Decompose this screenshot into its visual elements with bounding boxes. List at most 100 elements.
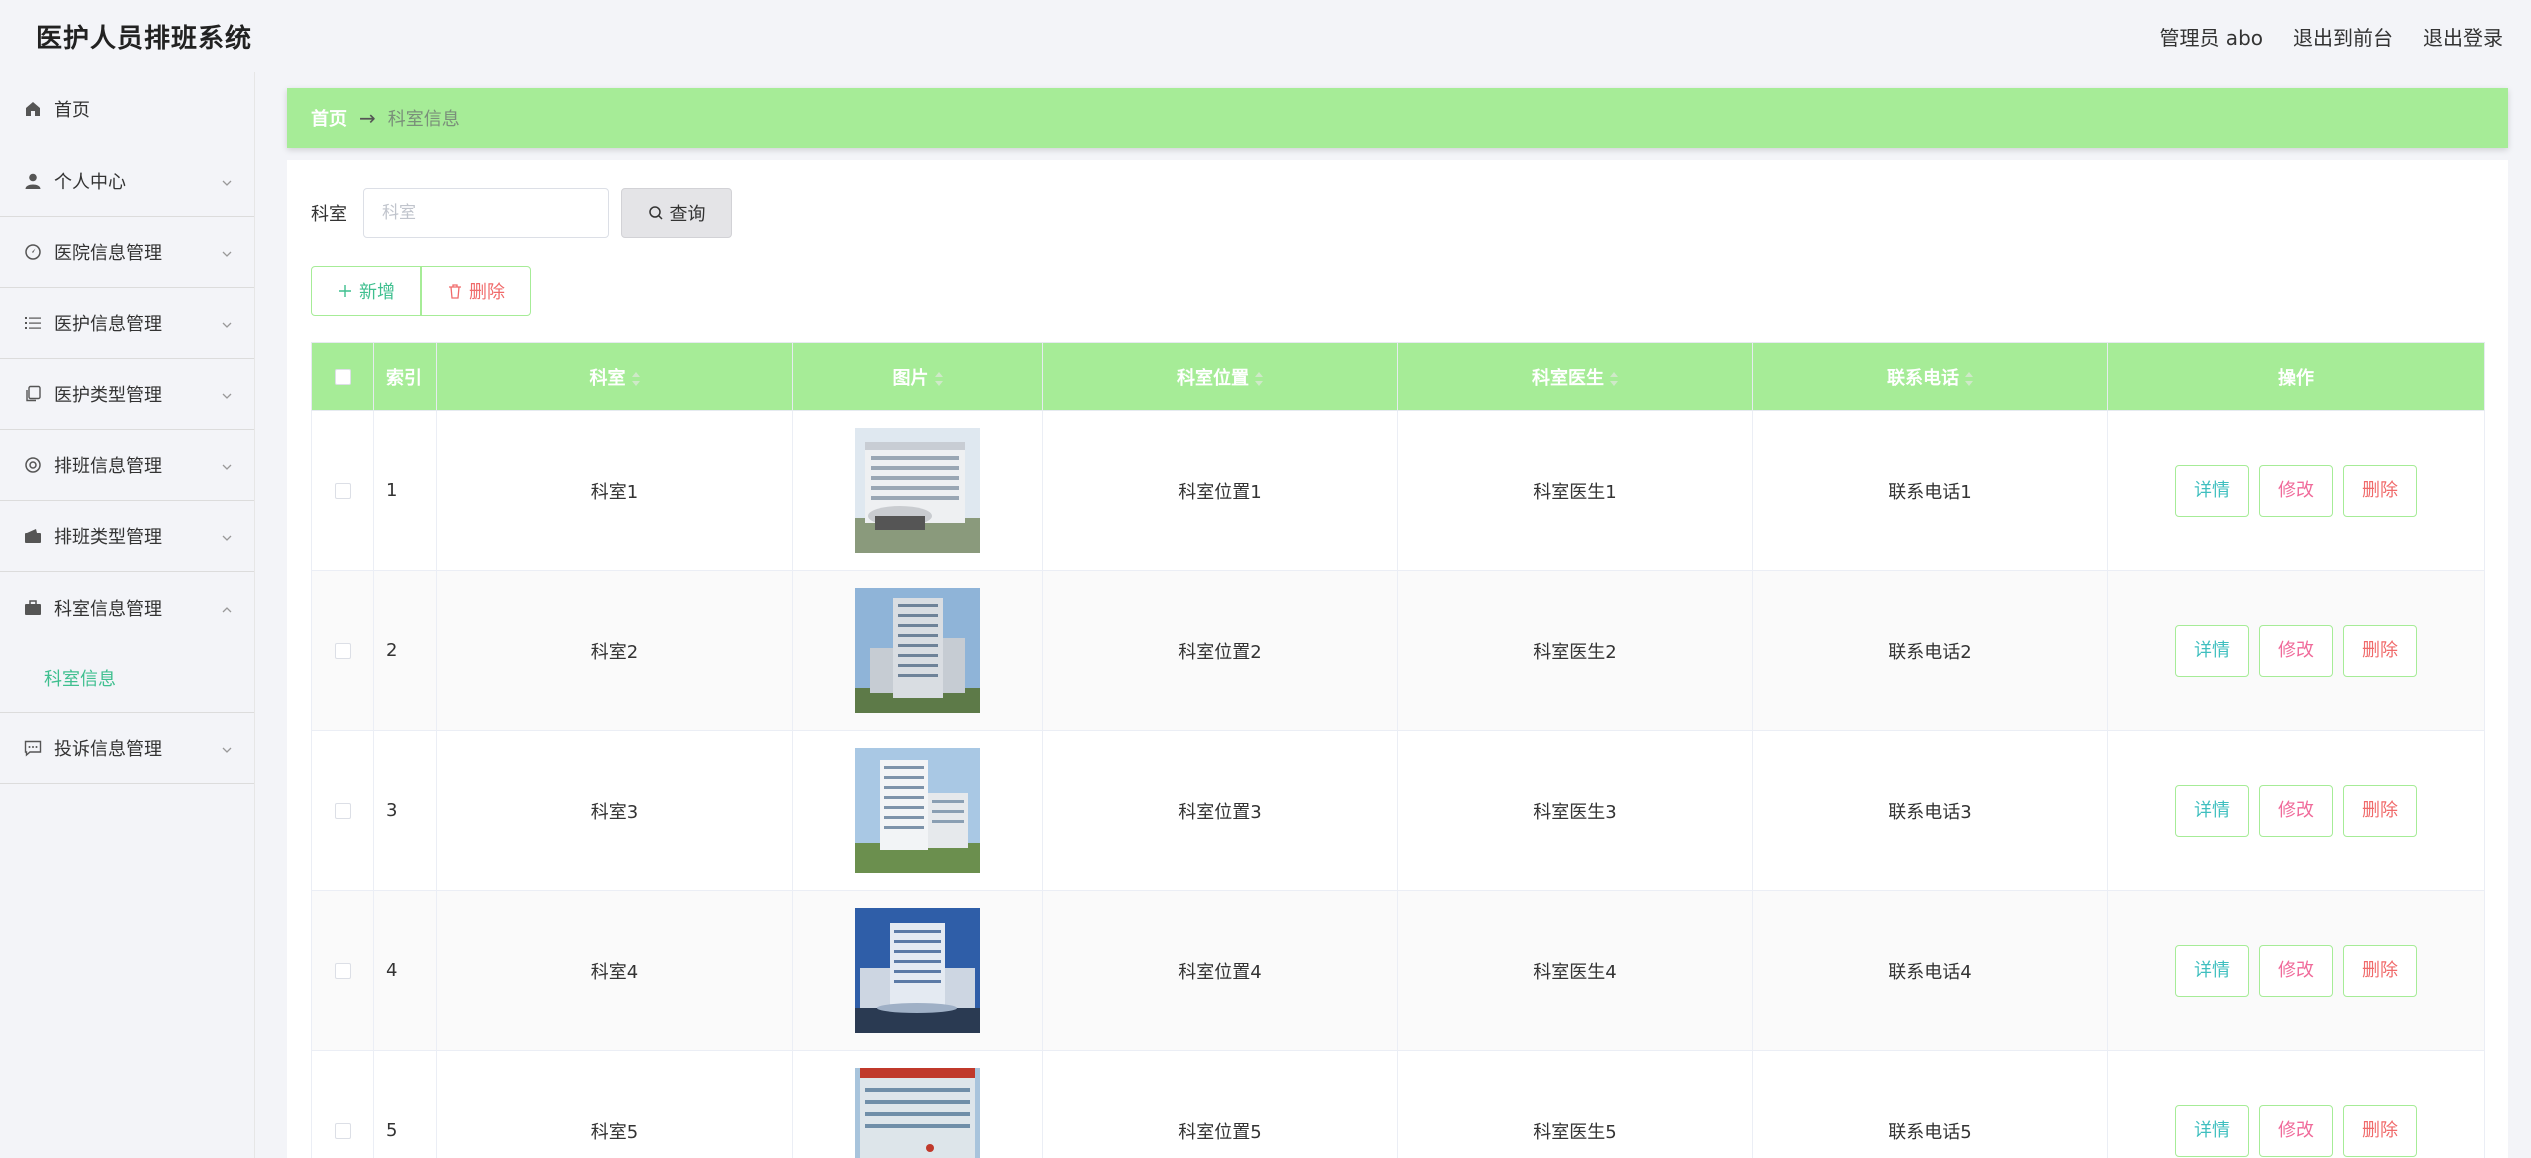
header-phone-label: 联系电话 [1887, 367, 1959, 389]
action-row: 新增 删除 [311, 266, 531, 316]
row-checkbox[interactable] [334, 483, 351, 499]
sidebar-item-schedule-type[interactable]: 排班类型管理 [0, 501, 254, 572]
cell-index: 2 [373, 570, 437, 731]
chevron-up-icon [220, 601, 234, 615]
department-image[interactable] [855, 428, 980, 553]
search-input[interactable] [363, 188, 609, 238]
row-checkbox[interactable] [334, 963, 351, 979]
header-phone[interactable]: 联系电话 [1752, 342, 2108, 411]
edit-button[interactable]: 修改 [2259, 784, 2333, 837]
chevron-down-icon [220, 316, 234, 330]
detail-button[interactable]: 详情 [2175, 464, 2249, 517]
cell-index: 5 [373, 1050, 437, 1158]
sidebar-item-label: 排班类型管理 [54, 527, 162, 548]
cell-doctor: 科室医生5 [1397, 1050, 1753, 1158]
user-icon [24, 172, 42, 190]
cell-phone: 联系电话2 [1752, 570, 2108, 731]
sidebar-item-personal[interactable]: 个人中心 [0, 146, 254, 217]
admin-label[interactable]: 管理员 abo [2159, 22, 2263, 51]
cell-image [792, 730, 1043, 891]
header-dept[interactable]: 科室 [436, 342, 793, 411]
header-doctor[interactable]: 科室医生 [1397, 342, 1753, 411]
detail-button[interactable]: 详情 [2175, 1104, 2249, 1157]
sidebar-item-medical-staff[interactable]: 医护信息管理 [0, 288, 254, 359]
top-links: 管理员 abo 退出到前台 退出登录 [2159, 22, 2503, 51]
row-checkbox[interactable] [334, 1123, 351, 1139]
sidebar-item-department[interactable]: 科室信息管理 [0, 572, 254, 643]
header-ops: 操作 [2107, 342, 2485, 411]
sidebar-item-home[interactable]: 首页 [0, 72, 254, 146]
delete-button[interactable]: 删除 [2343, 1104, 2417, 1157]
cell-dept: 科室5 [436, 1050, 793, 1158]
header-location[interactable]: 科室位置 [1042, 342, 1398, 411]
table-row: 5 科室5 科室位置5 科室医生5 联系电话5 详情 修改 删除 [311, 1050, 2485, 1158]
sidebar-item-staff-type[interactable]: 医护类型管理 [0, 359, 254, 430]
cell-doctor: 科室医生1 [1397, 410, 1753, 571]
cell-image [792, 410, 1043, 571]
delete-button[interactable]: 删除 [2343, 464, 2417, 517]
select-all-cell [311, 342, 374, 411]
plus-icon [339, 285, 351, 297]
table-header-row: 索引 科室 图片 科室位置 科室医生 联系电话 操作 [311, 342, 2485, 411]
sort-icon[interactable] [934, 371, 943, 386]
sidebar-item-hospital[interactable]: 医院信息管理 [0, 217, 254, 288]
cell-ops: 详情 修改 删除 [2107, 1050, 2485, 1158]
sort-icon[interactable] [1255, 371, 1263, 386]
edit-button[interactable]: 修改 [2259, 1104, 2333, 1157]
delete-button[interactable]: 删除 [2343, 784, 2417, 837]
cell-location: 科室位置2 [1042, 570, 1398, 731]
header-doctor-label: 科室医生 [1532, 367, 1604, 389]
header-dept-label: 科室 [589, 367, 626, 389]
department-image[interactable] [855, 588, 980, 713]
sidebar-item-complaint[interactable]: 投诉信息管理 [0, 713, 254, 784]
cell-doctor: 科室医生2 [1397, 570, 1753, 731]
batch-delete-button[interactable]: 删除 [421, 266, 531, 316]
delete-button[interactable]: 删除 [2343, 624, 2417, 677]
sidebar-item-label: 排班信息管理 [54, 456, 162, 477]
content-panel: 科室 查询 新增 删除 [287, 160, 2508, 1158]
row-checkbox[interactable] [334, 803, 351, 819]
edit-button[interactable]: 修改 [2259, 464, 2333, 517]
detail-button[interactable]: 详情 [2175, 624, 2249, 677]
sort-icon[interactable] [1965, 371, 1973, 386]
cell-phone: 联系电话1 [1752, 410, 2108, 571]
batch-delete-label: 删除 [469, 282, 505, 303]
sort-icon[interactable] [631, 371, 640, 386]
sidebar-subitem-department-info[interactable]: 科室信息 [44, 665, 116, 691]
delete-button[interactable]: 删除 [2343, 944, 2417, 997]
add-button[interactable]: 新增 [311, 266, 421, 316]
department-image[interactable] [855, 748, 980, 873]
department-image[interactable] [855, 1068, 980, 1158]
header-image[interactable]: 图片 [792, 342, 1043, 411]
sidebar-item-schedule[interactable]: 排班信息管理 [0, 430, 254, 501]
cell-index: 3 [373, 730, 437, 891]
chevron-down-icon [220, 741, 234, 755]
sidebar-item-label: 投诉信息管理 [54, 739, 162, 760]
department-table: 索引 科室 图片 科室位置 科室医生 联系电话 操作 1 科室1 科室位置1 科… [311, 342, 2485, 1158]
cell-ops: 详情 修改 删除 [2107, 890, 2485, 1051]
home-icon [24, 100, 42, 118]
breadcrumb: 首页 → 科室信息 [287, 88, 2508, 148]
cell-image [792, 570, 1043, 731]
search-button[interactable]: 查询 [621, 188, 732, 238]
breadcrumb-home[interactable]: 首页 [311, 105, 347, 131]
cell-phone: 联系电话3 [1752, 730, 2108, 891]
compass-icon [24, 243, 42, 261]
edit-button[interactable]: 修改 [2259, 624, 2333, 677]
cell-ops: 详情 修改 删除 [2107, 410, 2485, 571]
logout-link[interactable]: 退出登录 [2423, 22, 2503, 51]
cell-location: 科室位置1 [1042, 410, 1398, 571]
detail-button[interactable]: 详情 [2175, 944, 2249, 997]
department-image[interactable] [855, 908, 980, 1033]
breadcrumb-current: 科室信息 [387, 109, 460, 130]
header-location-label: 科室位置 [1177, 367, 1249, 389]
row-checkbox[interactable] [334, 643, 351, 659]
cell-ops: 详情 修改 删除 [2107, 570, 2485, 731]
detail-button[interactable]: 详情 [2175, 784, 2249, 837]
select-all-checkbox[interactable] [334, 369, 351, 385]
sidebar-item-label: 医院信息管理 [54, 243, 162, 264]
edit-button[interactable]: 修改 [2259, 944, 2333, 997]
sort-icon[interactable] [1610, 371, 1618, 386]
trash-icon [449, 284, 461, 299]
back-to-front-link[interactable]: 退出到前台 [2293, 22, 2393, 51]
